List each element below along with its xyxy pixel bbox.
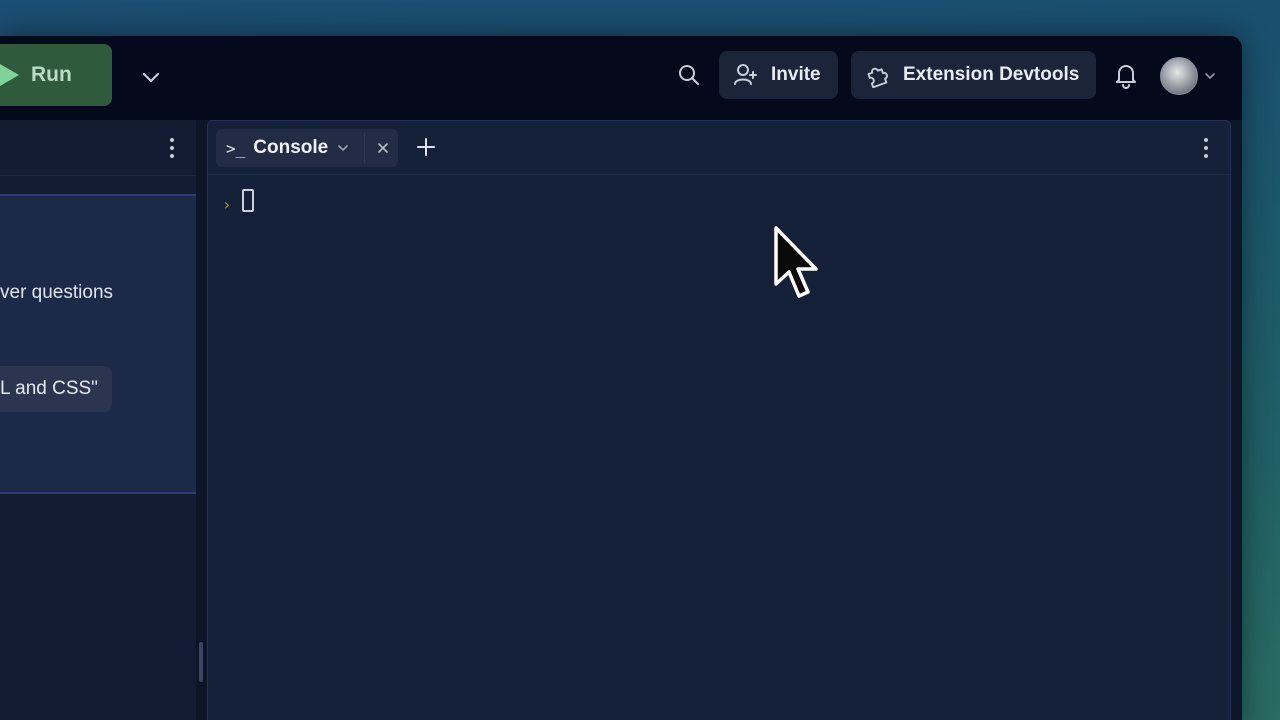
account-menu[interactable] (1160, 56, 1220, 96)
run-button-label: Run (31, 63, 72, 86)
console-output[interactable]: › (208, 175, 1230, 720)
prompt-suggestion-chip[interactable]: L and CSS" (0, 366, 112, 412)
top-toolbar: Run Invite Extension Devtools (0, 36, 1242, 120)
left-panel: ver questions L and CSS" (0, 120, 196, 720)
more-options-icon[interactable] (1199, 136, 1213, 160)
extension-devtools-button[interactable]: Extension Devtools (851, 51, 1096, 99)
left-panel-header (0, 120, 196, 176)
invite-label: Invite (771, 64, 821, 85)
tab-console-label: Console (253, 137, 329, 158)
puzzle-icon (867, 67, 888, 88)
invite-button[interactable]: Invite (719, 51, 838, 99)
terminal-icon: >_ (226, 138, 246, 158)
console-panel: >_ Console › (207, 120, 1231, 720)
extension-devtools-label: Extension Devtools (903, 64, 1080, 85)
chevron-down-icon (1205, 73, 1215, 80)
close-icon[interactable] (376, 141, 390, 155)
console-prompt-symbol: › (222, 195, 232, 214)
add-user-icon (734, 64, 757, 85)
more-options-icon[interactable] (165, 136, 179, 160)
card-text: ver questions (0, 282, 114, 303)
app-window: Run Invite Extension Devtools ver questi… (0, 36, 1242, 720)
add-tab-icon[interactable] (416, 137, 436, 157)
console-input-caret[interactable] (242, 189, 254, 212)
search-icon[interactable] (676, 62, 702, 88)
bell-icon[interactable] (1112, 60, 1140, 90)
assistant-card: ver questions L and CSS" (0, 194, 196, 494)
avatar (1160, 57, 1198, 95)
tab-separator (364, 133, 365, 163)
tab-console[interactable]: >_ Console (216, 129, 398, 167)
run-button[interactable]: Run (0, 44, 112, 106)
chevron-down-icon[interactable] (140, 66, 162, 88)
play-icon (0, 64, 19, 86)
console-tab-bar: >_ Console (208, 121, 1230, 175)
chevron-down-icon[interactable] (336, 141, 350, 155)
pane-resize-handle[interactable] (199, 642, 203, 682)
